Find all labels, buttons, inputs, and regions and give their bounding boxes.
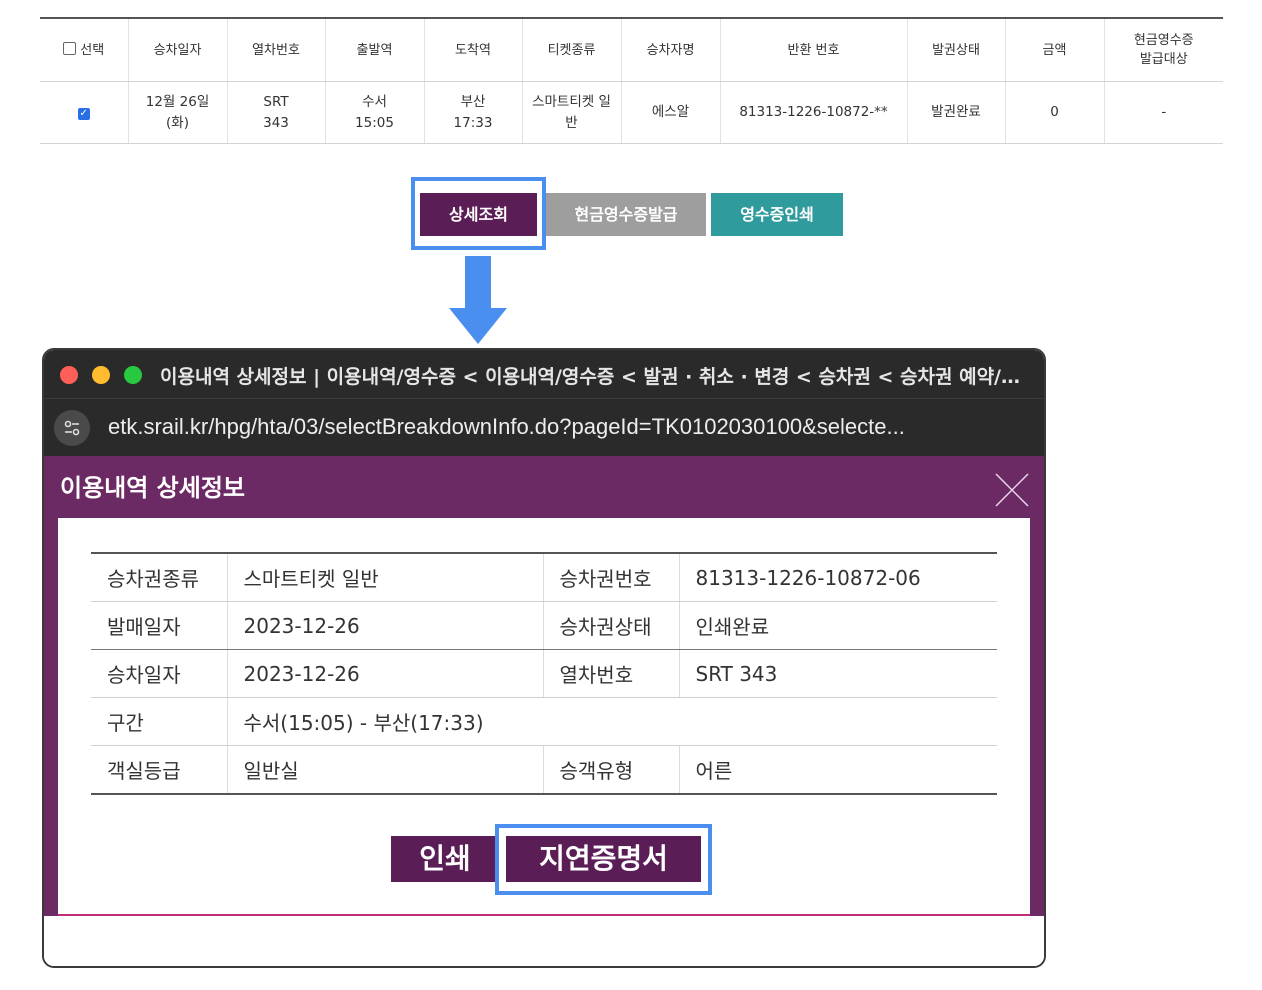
- header-return-number: 반환 번호: [720, 18, 908, 82]
- table-row: 객실등급 일반실 승객유형 어른: [91, 745, 997, 795]
- window-titlebar: 이용내역 상세정보 | 이용내역/영수증 < 이용내역/영수증 < 발권 · 취…: [44, 350, 1044, 398]
- value-ticket-number: 81313-1226-10872-06: [679, 553, 997, 602]
- cell-amount: 0: [1005, 81, 1105, 144]
- popup-title: 이용내역 상세정보: [60, 474, 245, 502]
- close-window-button[interactable]: [60, 366, 78, 384]
- value-ticket-status: 인쇄완료: [679, 601, 997, 650]
- print-button[interactable]: 인쇄: [391, 836, 499, 882]
- label-passenger-type: 승객유형: [543, 745, 680, 795]
- header-passenger: 승차자명: [621, 18, 721, 82]
- close-icon[interactable]: [994, 472, 1030, 508]
- label-ticket-status: 승차권상태: [543, 601, 680, 650]
- value-train-number: SRT 343: [679, 649, 997, 698]
- header-ticket-type: 티켓종류: [522, 18, 622, 82]
- window-footer: [44, 916, 1044, 966]
- minimize-window-button[interactable]: [92, 366, 110, 384]
- value-boarding-date: 2023-12-26: [227, 649, 544, 698]
- cell-passenger: 에스알: [621, 81, 721, 144]
- arrow-down-icon: [465, 256, 491, 310]
- cell-return-number: 81313-1226-10872-**: [720, 81, 908, 144]
- table-row: 발매일자 2023-12-26 승차권상태 인쇄완료: [91, 601, 997, 650]
- popup-body: 승차권종류 스마트티켓 일반 승차권번호 81313-1226-10872-06…: [58, 518, 1030, 917]
- value-issue-date: 2023-12-26: [227, 601, 544, 650]
- label-section: 구간: [91, 697, 228, 746]
- label-boarding-date: 승차일자: [91, 649, 228, 698]
- cash-receipt-button[interactable]: 현금영수증발급: [546, 193, 706, 236]
- header-arrival: 도착역: [424, 18, 523, 82]
- table-row: 구간 수서(15:05) - 부산(17:33): [91, 697, 997, 746]
- table-row: ✓ 12월 26일 (화) SRT 343 수서 15:05 부산 17:33 …: [40, 81, 1223, 144]
- header-train: 열차번호: [227, 18, 326, 82]
- popup-browser-window: 이용내역 상세정보 | 이용내역/영수증 < 이용내역/영수증 < 발권 · 취…: [42, 348, 1046, 968]
- label-ticket-type: 승차권종류: [91, 553, 228, 602]
- maximize-window-button[interactable]: [124, 366, 142, 384]
- arrow-head: [449, 308, 507, 344]
- header-select[interactable]: 선택: [40, 18, 129, 82]
- row-checkbox[interactable]: ✓: [77, 108, 90, 120]
- header-amount: 금액: [1005, 18, 1105, 82]
- cell-train: SRT 343: [227, 81, 326, 144]
- select-all-checkbox[interactable]: [63, 41, 77, 55]
- url-text[interactable]: etk.srail.kr/hpg/hta/03/selectBreakdownI…: [108, 414, 905, 440]
- ticket-detail-table: 승차권종류 스마트티켓 일반 승차권번호 81313-1226-10872-06…: [91, 552, 997, 795]
- window-title: 이용내역 상세정보 | 이용내역/영수증 < 이용내역/영수증 < 발권 · 취…: [160, 366, 1020, 388]
- header-status: 발권상태: [907, 18, 1006, 82]
- value-seat-class: 일반실: [227, 745, 544, 795]
- label-train-number: 열차번호: [543, 649, 680, 698]
- table-row: 승차권종류 스마트티켓 일반 승차권번호 81313-1226-10872-06: [91, 553, 997, 602]
- cell-arrival: 부산 17:33: [424, 81, 523, 144]
- site-settings-icon[interactable]: [54, 410, 90, 446]
- value-ticket-type: 스마트티켓 일반: [227, 553, 544, 602]
- header-departure: 출발역: [325, 18, 425, 82]
- usage-history-table: 선택 승차일자 열차번호 출발역 도착역 티켓종류 승차자명 반환 번호 발권상…: [40, 17, 1223, 144]
- print-receipt-button[interactable]: 영수증인쇄: [711, 193, 843, 236]
- table-row: 승차일자 2023-12-26 열차번호 SRT 343: [91, 649, 997, 698]
- row-select-cell[interactable]: ✓: [40, 81, 129, 144]
- header-cash-receipt: 현금영수증 발급대상: [1104, 18, 1223, 82]
- cell-cash-receipt: -: [1104, 81, 1223, 144]
- cell-departure: 수서 15:05: [325, 81, 425, 144]
- address-bar[interactable]: etk.srail.kr/hpg/hta/03/selectBreakdownI…: [44, 398, 1044, 457]
- cell-status: 발권완료: [907, 81, 1006, 144]
- delay-certificate-button[interactable]: 지연증명서: [506, 836, 701, 882]
- value-passenger-type: 어른: [679, 745, 997, 795]
- value-section: 수서(15:05) - 부산(17:33): [227, 697, 997, 746]
- label-issue-date: 발매일자: [91, 601, 228, 650]
- cell-ticket-type: 스마트티켓 일 반: [522, 81, 622, 144]
- table-header-row: 선택 승차일자 열차번호 출발역 도착역 티켓종류 승차자명 반환 번호 발권상…: [40, 18, 1223, 82]
- label-seat-class: 객실등급: [91, 745, 228, 795]
- header-date: 승차일자: [128, 18, 228, 82]
- detail-view-button[interactable]: 상세조회: [420, 193, 537, 236]
- detail-popup: 이용내역 상세정보 승차권종류 스마트티켓 일반 승차권번호 81313-122…: [44, 456, 1044, 917]
- cell-date: 12월 26일 (화): [128, 81, 228, 144]
- label-ticket-number: 승차권번호: [543, 553, 680, 602]
